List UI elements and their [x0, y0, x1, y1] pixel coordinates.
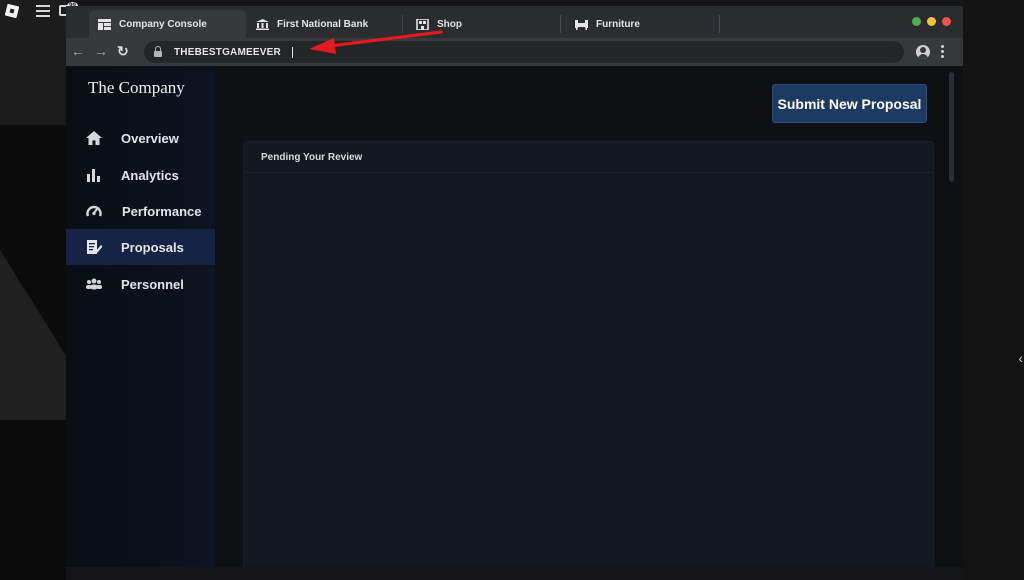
window-minimize-button[interactable] — [927, 17, 936, 26]
gauge-icon — [86, 205, 102, 217]
card-title: Pending Your Review — [244, 142, 933, 173]
bank-icon — [256, 18, 269, 30]
bar-chart-icon — [87, 169, 100, 182]
brand-title: The Company — [88, 78, 185, 97]
page-content: The Company Overview Analytics Performan… — [66, 66, 963, 567]
chevron-left-icon[interactable]: ‹ — [1018, 350, 1023, 366]
background-scene-right — [963, 0, 1024, 580]
browser-window: Company Console First National Bank Shop — [66, 6, 963, 567]
furniture-icon — [575, 19, 588, 30]
sidebar-item-label: Personnel — [121, 276, 184, 292]
sidebar-item-personnel[interactable]: Personnel — [66, 266, 215, 302]
window-close-button[interactable] — [942, 17, 951, 26]
sidebar-item-overview[interactable]: Overview — [66, 120, 215, 156]
url-input[interactable]: THEBESTGAMEEVER — [144, 41, 904, 63]
sidebar-item-analytics[interactable]: Analytics — [66, 157, 215, 193]
dashboard-icon — [98, 18, 111, 30]
lock-icon — [154, 46, 162, 57]
address-bar: ← → ↻ THEBESTGAMEEVER — [66, 38, 963, 66]
reload-icon[interactable]: ↻ — [117, 43, 129, 59]
background-scene — [0, 0, 66, 125]
tab-label: Shop — [437, 18, 462, 30]
tab-furniture[interactable]: Furniture — [575, 10, 715, 38]
main-panel: Submit New Proposal Pending Your Review — [215, 66, 963, 567]
tab-label: First National Bank — [277, 18, 369, 30]
tab-shop[interactable]: Shop — [416, 10, 556, 38]
back-arrow-icon[interactable]: ← — [71, 43, 85, 59]
forward-arrow-icon[interactable]: → — [94, 43, 108, 59]
menu-icon[interactable] — [36, 5, 50, 17]
tab-separator — [719, 15, 720, 33]
sidebar-item-label: Analytics — [121, 167, 179, 183]
sidebar-item-proposals[interactable]: Proposals — [66, 229, 215, 265]
sidebar-item-label: Proposals — [121, 239, 184, 255]
tab-separator — [560, 15, 561, 33]
tab-first-national-bank[interactable]: First National Bank — [256, 10, 401, 38]
sidebar-item-performance[interactable]: Performance — [66, 193, 215, 229]
page-scrollbar[interactable] — [949, 72, 954, 567]
profile-icon[interactable] — [916, 45, 930, 59]
shop-icon — [416, 18, 429, 30]
window-maximize-button[interactable] — [912, 17, 921, 26]
more-menu-icon[interactable] — [941, 45, 945, 59]
people-icon — [86, 278, 102, 290]
tab-label: Company Console — [119, 18, 207, 30]
scrollbar-thumb[interactable] — [949, 72, 954, 182]
sidebar-item-label: Performance — [122, 203, 202, 219]
sidebar: The Company Overview Analytics Performan… — [66, 66, 215, 567]
pending-review-card: Pending Your Review — [243, 141, 934, 567]
url-text: THEBESTGAMEEVER — [174, 46, 281, 58]
tab-label: Furniture — [596, 18, 640, 30]
document-edit-icon — [87, 240, 102, 254]
submit-new-proposal-button[interactable]: Submit New Proposal — [772, 84, 927, 123]
tab-company-console[interactable]: Company Console — [89, 10, 246, 38]
tab-separator — [402, 15, 403, 33]
text-caret — [291, 46, 293, 58]
sidebar-item-label: Overview — [121, 130, 179, 146]
home-icon — [86, 131, 102, 145]
tab-bar: Company Console First National Bank Shop — [66, 6, 963, 38]
